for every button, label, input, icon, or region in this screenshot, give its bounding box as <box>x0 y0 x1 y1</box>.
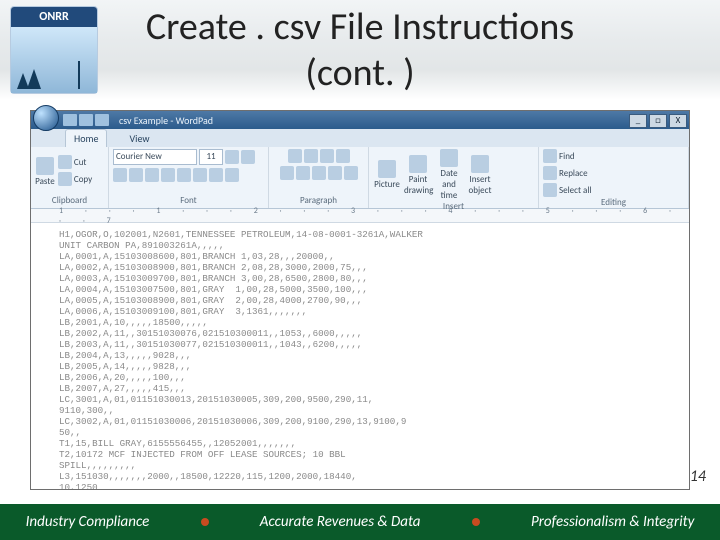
wordpad-screenshot: csv Example - WordPad _ □ X Home View Pa… <box>30 110 690 490</box>
decrease-indent-button[interactable] <box>288 149 302 163</box>
italic-button[interactable] <box>129 168 143 182</box>
footer-dot-icon <box>472 518 480 526</box>
tab-view[interactable]: View <box>121 130 157 147</box>
ribbon-tabs: Home View <box>31 129 689 147</box>
replace-icon <box>543 166 557 180</box>
cut-button[interactable]: Cut <box>58 155 87 169</box>
text-color-button[interactable] <box>209 168 223 182</box>
font-family-select[interactable]: Courier New <box>113 149 197 165</box>
calendar-icon <box>440 149 458 167</box>
copy-icon <box>58 172 72 186</box>
align-center-button[interactable] <box>296 166 310 180</box>
grow-font-icon[interactable] <box>225 150 239 164</box>
close-button[interactable]: X <box>669 114 687 128</box>
bullets-button[interactable] <box>320 149 334 163</box>
superscript-button[interactable] <box>193 168 207 182</box>
group-font: Courier New 11 <box>109 147 269 208</box>
footer-right: Professionalism & Integrity <box>531 513 694 531</box>
paste-label: Paste <box>35 176 55 187</box>
scissors-icon <box>58 155 72 169</box>
justify-button[interactable] <box>328 166 342 180</box>
insert-picture-button[interactable]: Picture <box>373 160 401 190</box>
insert-datetime-button[interactable]: Date and time <box>435 149 463 201</box>
footer-center: Accurate Revenues & Data <box>260 513 421 531</box>
slide-title: Create . csv File Instructions <box>0 4 720 50</box>
find-button[interactable]: Find <box>543 149 575 163</box>
font-size-select[interactable]: 11 <box>199 149 223 165</box>
paint-icon <box>409 155 427 173</box>
shrink-font-icon[interactable] <box>241 150 255 164</box>
subscript-button[interactable] <box>177 168 191 182</box>
footer-left: Industry Compliance <box>26 513 150 531</box>
align-right-button[interactable] <box>312 166 326 180</box>
qat-redo-icon[interactable] <box>95 114 109 126</box>
paste-icon <box>36 157 54 175</box>
paste-button[interactable]: Paste <box>35 157 55 187</box>
find-icon <box>543 149 557 163</box>
insert-paint-button[interactable]: Paint drawing <box>404 155 432 196</box>
object-icon <box>471 155 489 173</box>
line-spacing-button[interactable] <box>336 149 350 163</box>
tab-home[interactable]: Home <box>65 129 107 147</box>
minimize-button[interactable]: _ <box>629 114 647 128</box>
align-left-button[interactable] <box>280 166 294 180</box>
window-titlebar: csv Example - WordPad _ □ X <box>31 111 689 129</box>
ribbon: Paste Cut Copy Clipboard Courier New 11 <box>31 147 689 209</box>
select-all-icon <box>543 183 557 197</box>
increase-indent-button[interactable] <box>304 149 318 163</box>
picture-icon <box>378 160 396 178</box>
slide-subtitle: (cont. ) <box>0 50 720 96</box>
ruler: 1 · · · 1 · · · 2 · · · 3 · · · 4 · · · … <box>31 209 689 223</box>
select-all-button[interactable]: Select all <box>543 183 591 197</box>
group-paragraph: Paragraph <box>269 147 369 208</box>
paragraph-dialog-button[interactable] <box>344 166 358 180</box>
bold-button[interactable] <box>113 168 127 182</box>
maximize-button[interactable]: □ <box>649 114 667 128</box>
group-editing: Find Replace Select all Editing <box>539 147 689 208</box>
footer-dot-icon <box>201 518 209 526</box>
group-insert: Picture Paint drawing Date and time Inse… <box>369 147 539 208</box>
qat-save-icon[interactable] <box>63 114 77 126</box>
copy-button[interactable]: Copy <box>58 172 92 186</box>
slide-number: 14 <box>690 467 706 486</box>
document-text-area[interactable]: H1,OGOR,O,102001,N2601,TENNESSEE PETROLE… <box>31 223 689 489</box>
underline-button[interactable] <box>145 168 159 182</box>
app-menu-orb[interactable] <box>33 105 59 131</box>
window-title: csv Example - WordPad <box>119 114 213 127</box>
footer-bar: Industry Compliance Accurate Revenues & … <box>0 504 720 540</box>
strike-button[interactable] <box>161 168 175 182</box>
insert-object-button[interactable]: Insert object <box>466 155 494 196</box>
group-clipboard: Paste Cut Copy Clipboard <box>31 147 109 208</box>
highlight-button[interactable] <box>225 168 239 182</box>
qat-undo-icon[interactable] <box>79 114 93 126</box>
replace-button[interactable]: Replace <box>543 166 588 180</box>
